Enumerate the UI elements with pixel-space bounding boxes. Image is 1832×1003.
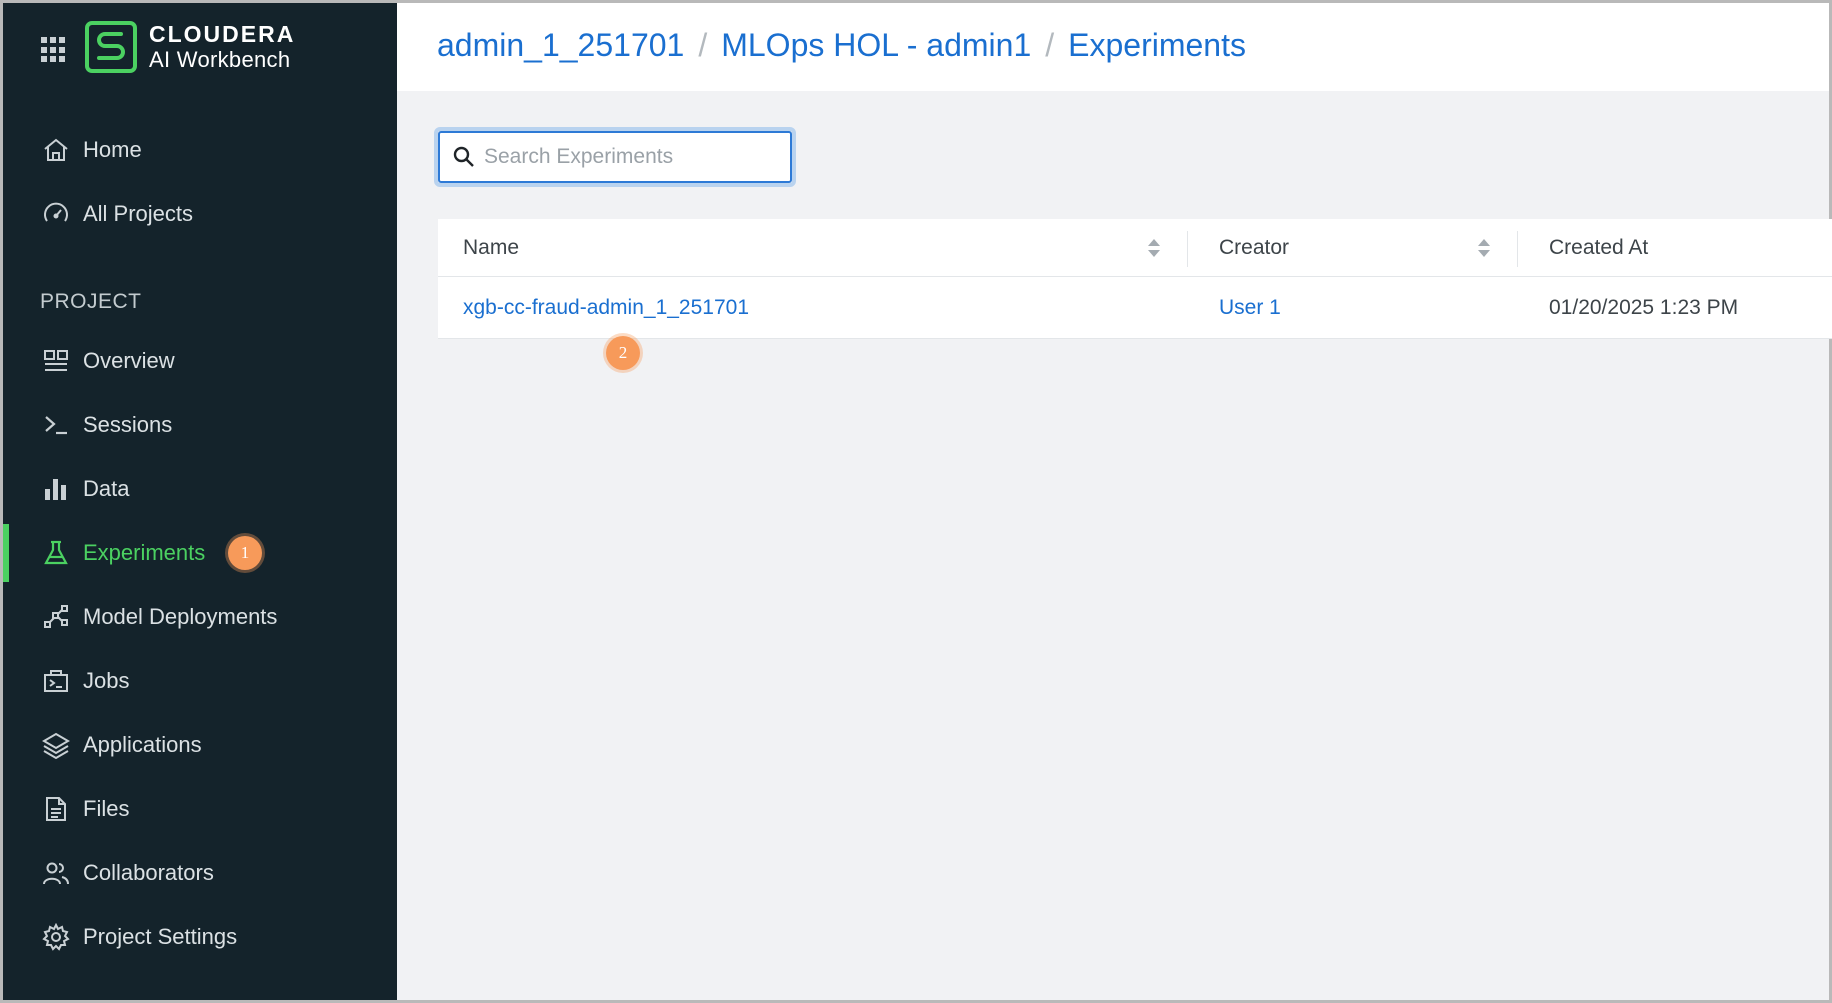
step-badge-1: 1 [228, 536, 262, 570]
table-header: Name Creator Created At [438, 219, 1832, 277]
app-window: CLOUDERA AI Workbench Home All Projects … [3, 3, 1832, 1000]
created-at-cell: 01/20/2025 1:23 PM [1549, 296, 1739, 319]
breadcrumb-user[interactable]: admin_1_251701 [437, 27, 684, 63]
search-input[interactable] [484, 145, 774, 169]
sidebar-item-sessions[interactable]: Sessions [3, 396, 397, 454]
sidebar-item-label: Model Deployments [83, 604, 278, 629]
gear-icon [41, 922, 71, 952]
sort-creator-icon[interactable] [1477, 237, 1491, 259]
sidebar-item-label: Collaborators [83, 860, 214, 885]
app-launcher-icon[interactable] [41, 37, 67, 63]
home-icon [41, 135, 71, 165]
sidebar-item-applications[interactable]: Applications [3, 716, 397, 774]
sidebar-item-label: Files [83, 796, 130, 821]
jobs-icon [41, 666, 71, 696]
step-badge-2: 2 [606, 336, 640, 370]
sidebar-item-model-deployments[interactable]: Model Deployments [3, 588, 397, 646]
sidebar-item-jobs[interactable]: Jobs [3, 652, 397, 710]
column-header-creator[interactable]: Creator [1219, 219, 1289, 277]
sidebar-item-overview[interactable]: Overview [3, 332, 397, 390]
sidebar-item-label: Data [83, 476, 130, 501]
file-icon [41, 794, 71, 824]
sidebar-item-label: Project Settings [83, 924, 238, 949]
brand: CLOUDERA AI Workbench [41, 21, 295, 73]
sidebar-item-experiments[interactable]: Experiments 1 [3, 524, 397, 582]
gauge-icon [41, 199, 71, 229]
dashboard-icon [41, 346, 71, 376]
layers-icon [41, 730, 71, 760]
sidebar-item-label: Home [83, 137, 142, 162]
breadcrumb-separator: / [1045, 27, 1055, 63]
column-header-name[interactable]: Name [463, 219, 519, 277]
table-row[interactable]: xgb-cc-fraud-admin_1_251701 User 1 01/20… [438, 277, 1832, 339]
sidebar-item-data[interactable]: Data [3, 460, 397, 518]
sidebar-item-home[interactable]: Home [3, 121, 397, 179]
section-label-project: PROJECT [40, 290, 142, 313]
column-header-created-at[interactable]: Created At [1549, 219, 1648, 277]
sidebar-item-label: Sessions [83, 412, 173, 437]
brand-name: CLOUDERA [149, 21, 296, 48]
sidebar-item-label: Experiments [83, 540, 206, 565]
breadcrumb-project[interactable]: MLOps HOL - admin1 [721, 27, 1031, 63]
network-icon [41, 602, 71, 632]
search-icon [453, 146, 474, 167]
sidebar-item-collaborators[interactable]: Collaborators [3, 844, 397, 902]
flask-icon [41, 538, 71, 568]
bar-chart-icon [41, 474, 71, 504]
breadcrumb-current[interactable]: Experiments [1068, 27, 1246, 63]
experiment-name-link[interactable]: xgb-cc-fraud-admin_1_251701 [463, 277, 749, 339]
experiments-table: Name Creator Created At xgb-cc-fraud-adm… [438, 219, 1832, 339]
terminal-icon [41, 410, 71, 440]
cloudera-logo-icon[interactable] [85, 21, 137, 73]
sidebar-item-label: Jobs [83, 668, 130, 693]
users-icon [41, 858, 71, 888]
main-content: admin_1_251701 / MLOps HOL - admin1 / Experi… [397, 3, 1832, 1000]
sidebar-item-label: Applications [83, 732, 202, 757]
search-focus-ring [434, 127, 796, 187]
topbar: admin_1_251701 / MLOps HOL - admin1 / Experi… [397, 3, 1829, 91]
sort-name-icon[interactable] [1147, 237, 1161, 259]
breadcrumb-separator: / [698, 27, 708, 63]
sidebar: CLOUDERA AI Workbench Home All Projects … [3, 3, 397, 1000]
search-box[interactable] [438, 131, 792, 183]
breadcrumb: admin_1_251701 / MLOps HOL - admin1 / Experi… [437, 27, 1246, 64]
sidebar-item-all-projects[interactable]: All Projects [3, 185, 397, 243]
sidebar-item-files[interactable]: Files [3, 780, 397, 838]
sidebar-item-label: All Projects [83, 201, 194, 226]
sidebar-item-label: Overview [83, 348, 175, 373]
brand-product: AI Workbench [149, 46, 291, 72]
sidebar-item-project-settings[interactable]: Project Settings [3, 908, 397, 966]
creator-link[interactable]: User 1 [1219, 277, 1281, 339]
